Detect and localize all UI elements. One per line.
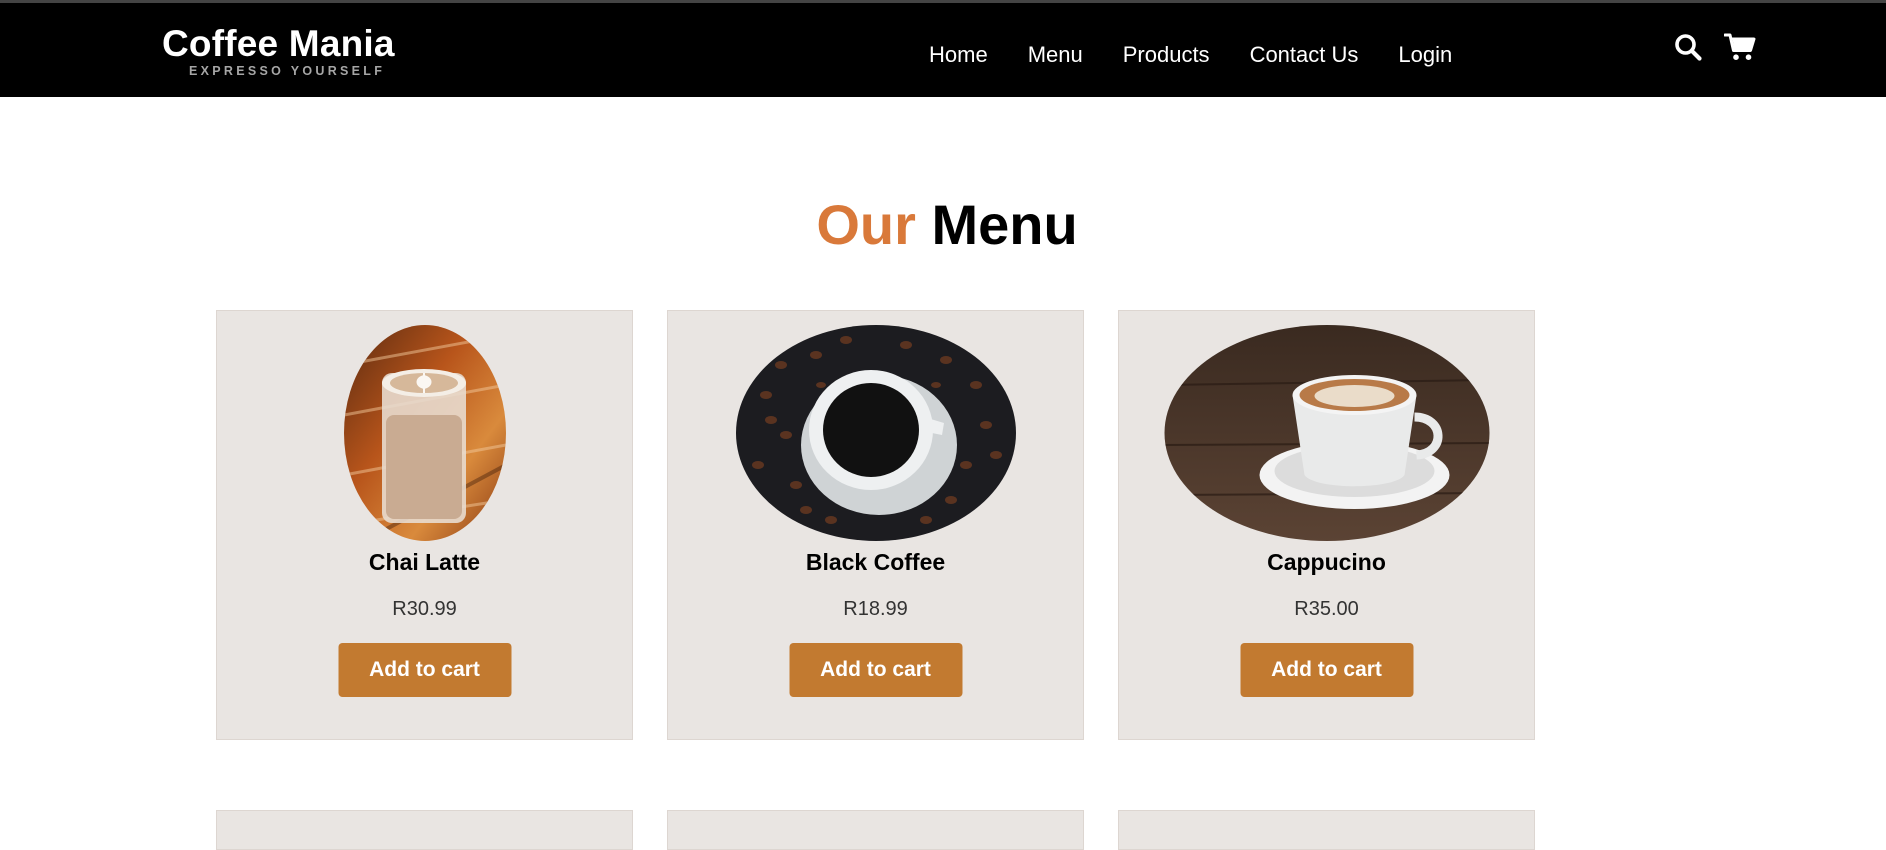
menu-item-price: R18.99 [843,598,908,620]
page-title: Our Menu [0,192,1886,258]
nav-link-menu[interactable]: Menu [1028,41,1083,69]
menu-card-chai-latte: Chai Latte R30.99 Add to cart [216,310,633,740]
page-title-accent: Our [816,193,916,256]
brand-logo[interactable]: Coffee Mania EXPRESSO YOURSELF [162,23,395,78]
brand-title: Coffee Mania [162,23,395,64]
add-to-cart-button[interactable]: Add to cart [1240,643,1413,697]
menu-item-price: R30.99 [392,598,457,620]
menu-card-partial [1118,810,1535,850]
page-title-rest: Menu [931,193,1078,256]
menu-item-price: R35.00 [1294,598,1359,620]
black-coffee-image [735,325,1016,541]
navbar: Coffee Mania EXPRESSO YOURSELF Home Menu… [0,3,1886,97]
menu-card-partial [667,810,1084,850]
add-to-cart-button[interactable]: Add to cart [789,643,962,697]
menu-item-name: Black Coffee [805,549,946,575]
nav-link-login[interactable]: Login [1398,41,1452,69]
nav-links: Home Menu Products Contact Us Login [929,41,1492,69]
menu-item-name: Cappucino [1267,549,1386,575]
nav-icons [1674,33,1778,66]
chai-latte-image [343,325,506,541]
menu-card-partial [216,810,633,850]
nav-link-products[interactable]: Products [1123,41,1210,69]
add-to-cart-button[interactable]: Add to cart [338,643,511,697]
menu-card-cappucino: Cappucino R35.00 Add to cart [1118,310,1535,740]
menu-item-name: Chai Latte [368,549,481,575]
brand-tagline: EXPRESSO YOURSELF [189,64,386,78]
search-icon[interactable] [1674,33,1702,66]
cart-icon[interactable] [1723,33,1756,66]
cappucino-image [1164,325,1489,541]
nav-link-contact-us[interactable]: Contact Us [1250,41,1359,69]
nav-link-home[interactable]: Home [929,41,988,69]
menu-card-black-coffee: Black Coffee R18.99 Add to cart [667,310,1084,740]
